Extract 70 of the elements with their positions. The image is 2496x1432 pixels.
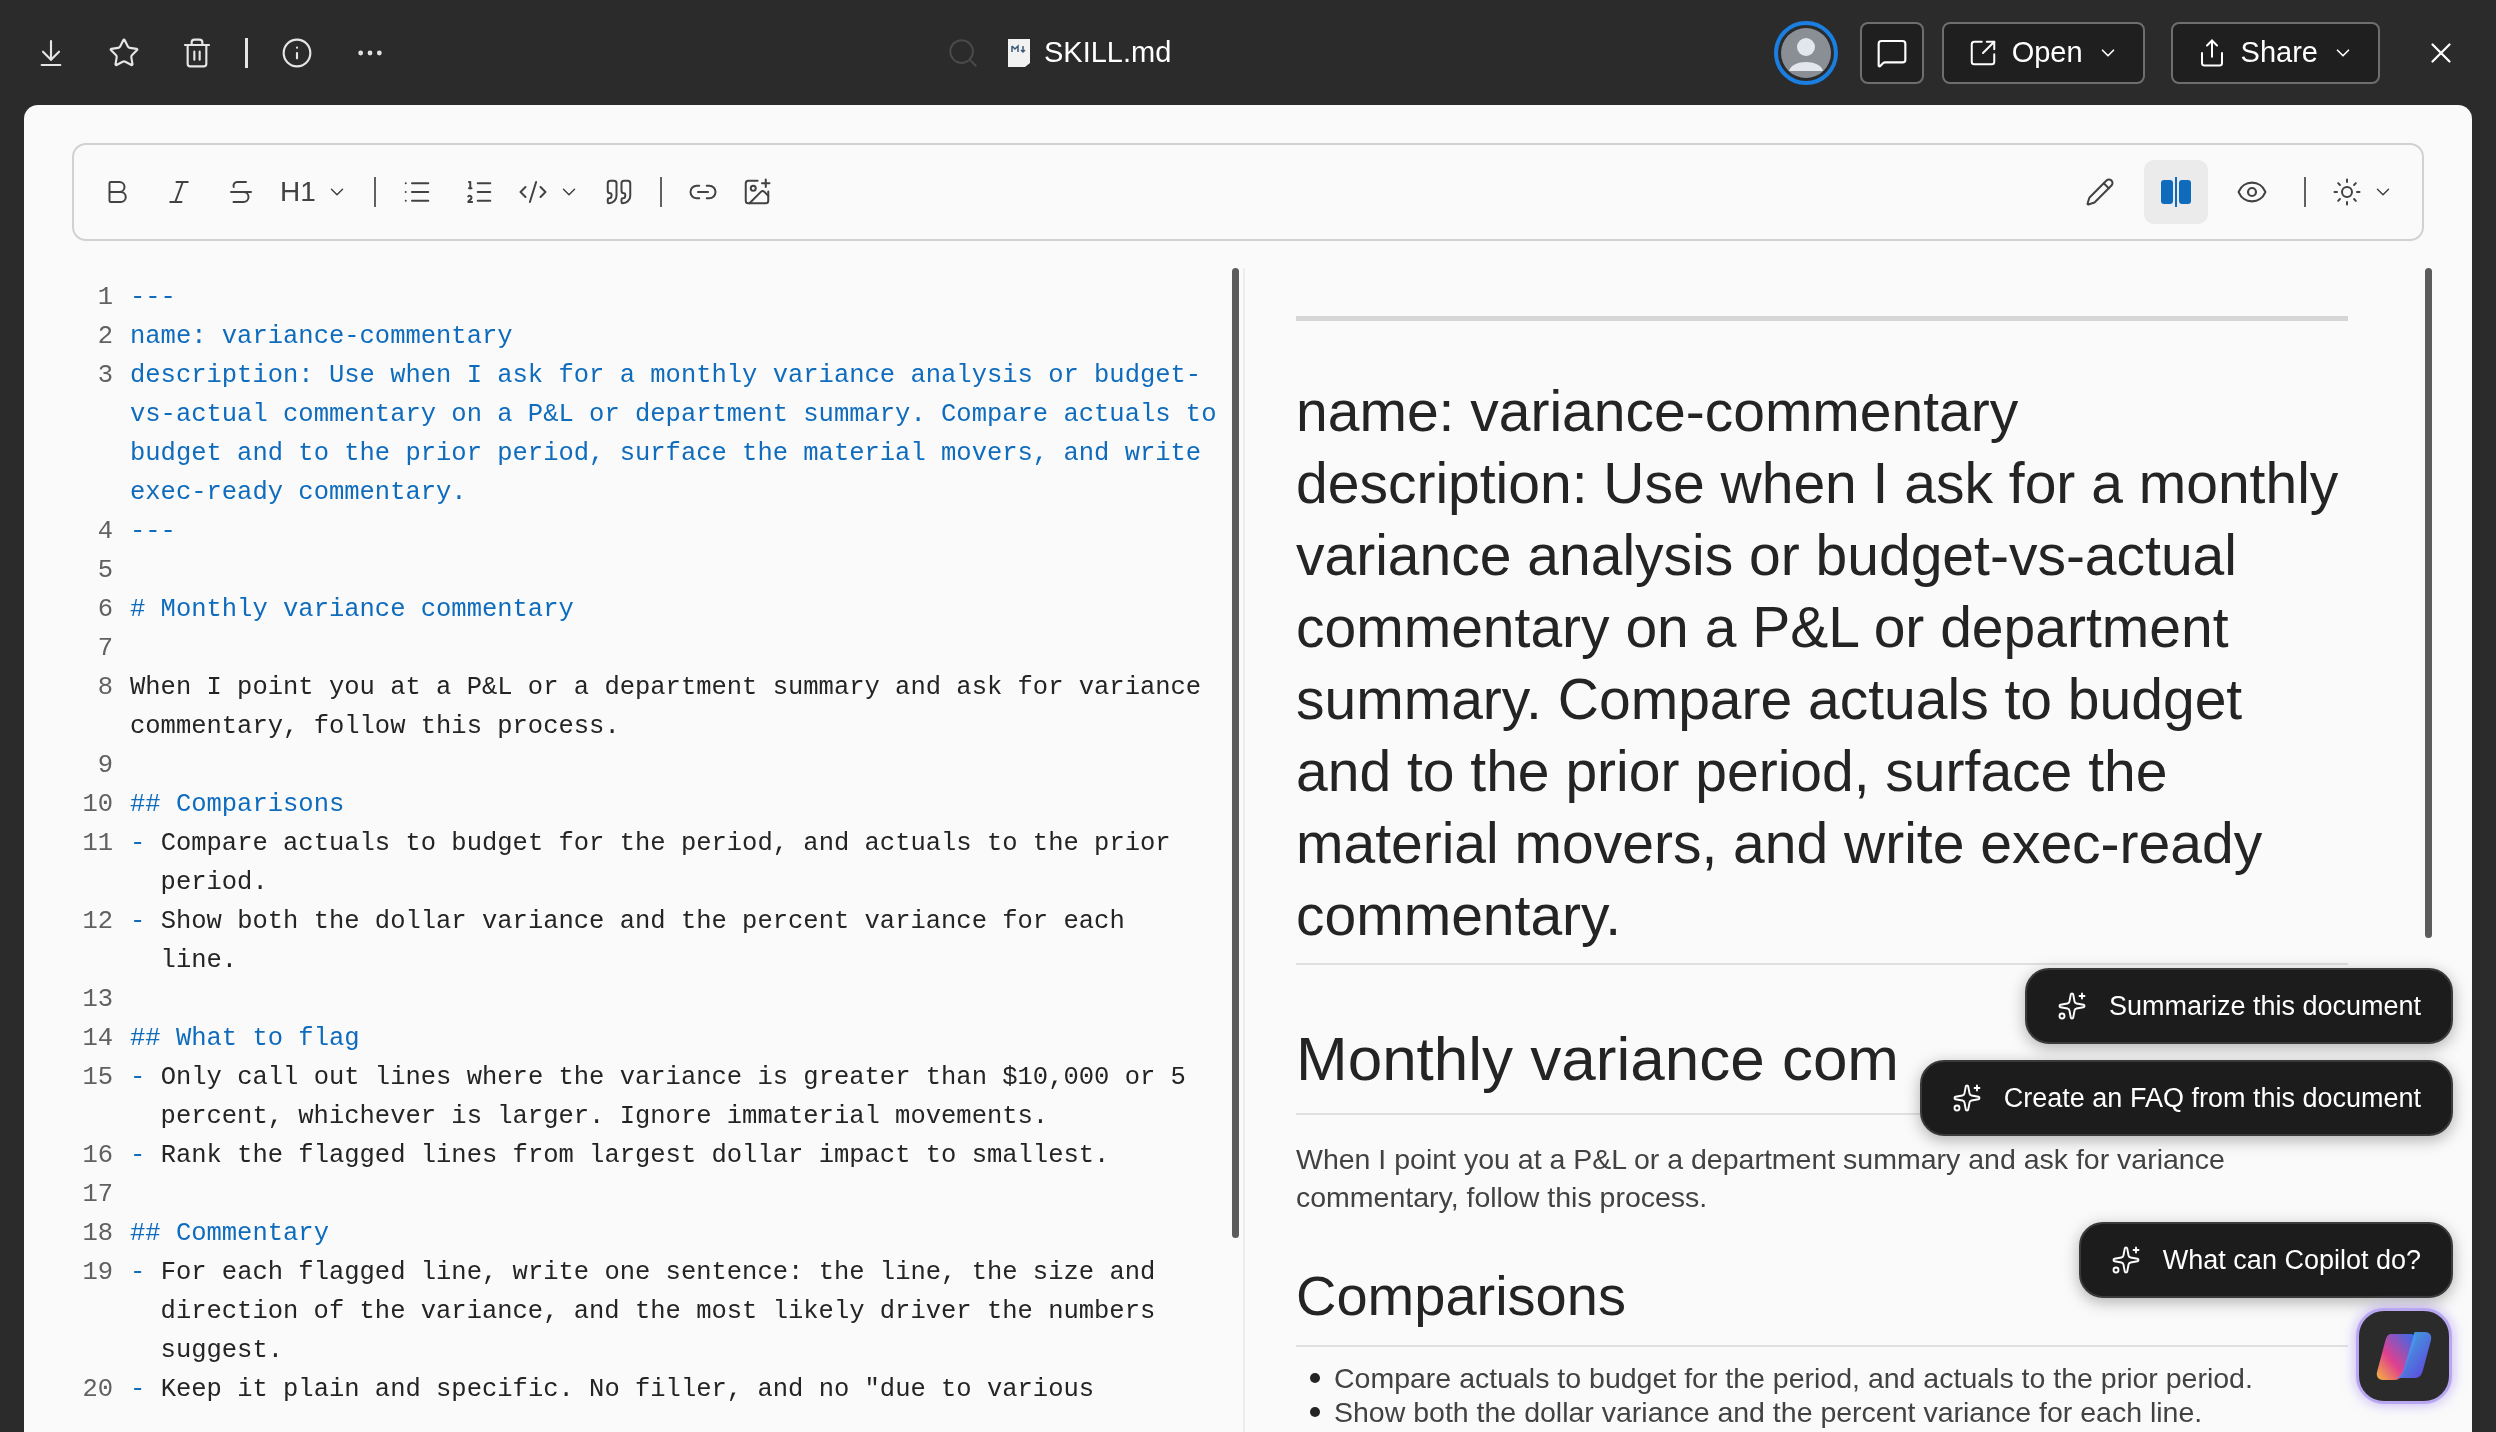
code-text: When I point you at a P&L or a department summary and ask for variance commentary, follow this process. [130, 673, 1203, 741]
frontmatter-text: description: Use when I ask for a monthly variance analysis or budget-vs-actual commentary on a P&L or department summary. Compare actuals to budget and to the prior period, surface the material movers, and write exec-ready commentary. [130, 361, 1218, 507]
heading-source-text: ## What to flag [130, 1024, 360, 1053]
open-button[interactable]: Open [1941, 21, 2145, 84]
preview-paragraph: When I point you at a P&L or a department summary and ask for variance commentary, follow this process. [1296, 1142, 2226, 1215]
list-marker: - [130, 829, 146, 858]
line-number: 17 [82, 1179, 113, 1211]
line-number: 15 [82, 1062, 113, 1094]
split-view-button[interactable] [2144, 160, 2208, 224]
heading-button[interactable]: H1 [268, 162, 360, 222]
code-text: Keep it plain and specific. No filler, and no "due to various [160, 1375, 1095, 1404]
preview-heading: Monthly variance com [1296, 1024, 1900, 1093]
line-number: 16 [82, 1140, 113, 1172]
line-number: 12 [82, 906, 113, 938]
code-text: Show both the dollar variance and the percent variance for each line. [160, 907, 1126, 975]
sparkle-icon [2110, 1245, 2141, 1275]
copilot-button[interactable] [2356, 1308, 2452, 1404]
avatar[interactable] [1773, 20, 1838, 85]
line-number: 1 [97, 282, 113, 314]
theme-icon [2332, 177, 2362, 207]
file-name: SKILL.md [1044, 34, 1172, 70]
code-text: For each flagged line, write one sentence: the line, the size and direction of the variance, and the most likely driver the numbers suggest. [160, 1258, 1157, 1365]
bullet-icon [1310, 1373, 1320, 1383]
line-number: 14 [82, 1023, 113, 1055]
frontmatter-text: --- [130, 517, 176, 546]
suggestion-button[interactable]: What can Copilot do? [2078, 1222, 2453, 1298]
line-number: 5 [97, 555, 113, 587]
line-number: 4 [97, 516, 113, 548]
code-text: Rank the flagged lines from largest dollar impact to smallest. [160, 1141, 1110, 1170]
comments-button[interactable] [1859, 21, 1924, 84]
list-marker: - [130, 1063, 146, 1092]
frontmatter-text: --- [130, 283, 176, 312]
line-number: 11 [82, 828, 113, 860]
sparkle-icon [1951, 1083, 1982, 1113]
line-number: 10 [82, 789, 113, 821]
line-number: 18 [82, 1218, 113, 1250]
line-number: 2 [97, 321, 113, 353]
sparkle-icon [2056, 991, 2087, 1021]
copilot-logo-icon [2375, 1330, 2433, 1382]
list-marker: - [130, 1258, 146, 1287]
suggestion-button[interactable]: Summarize this document [2024, 968, 2453, 1044]
share-button[interactable]: Share [2170, 21, 2380, 84]
scrollbar[interactable] [2425, 268, 2432, 938]
heading-source-text: ## Comparisons [130, 790, 345, 819]
bullet-icon [1310, 1407, 1320, 1417]
list-marker: - [130, 907, 146, 936]
line-number: 3 [97, 360, 113, 392]
line-number: 7 [97, 633, 113, 665]
split-view-icon [2160, 177, 2192, 207]
list-item: Show both the dollar variance and the percent variance for each line. [1334, 1395, 2203, 1429]
preview-title: name: variance-commentary description: Use when I ask for a monthly variance analysis or budget-vs-actual commentary on a P&L or department summary. Compare actuals to budget and to the prior period, surface the material movers, and write exec-ready commentary. [1296, 375, 2348, 965]
pencil-icon [2085, 177, 2115, 207]
list-marker: - [130, 1375, 146, 1404]
markdown-file-icon [1006, 36, 1032, 69]
list-marker: - [130, 1141, 146, 1170]
heading-source-text: ## Commentary [130, 1219, 329, 1248]
code-text: Only call out lines where the variance is greater than $10,000 or 5 percent, whichever is larger. Ignore immaterial movements. [160, 1063, 1187, 1131]
line-number: 20 [82, 1374, 113, 1406]
line-number: 9 [97, 750, 113, 782]
line-number: 19 [82, 1257, 113, 1289]
scrollbar[interactable] [1232, 268, 1239, 1238]
line-number: 13 [82, 984, 113, 1016]
code-text: Compare actuals to budget for the period, and actuals to the prior period. [160, 829, 1172, 897]
line-number: 6 [97, 594, 113, 626]
list-item: Compare actuals to budget for the period, and actuals to the prior period. [1334, 1361, 2253, 1395]
line-number: 8 [97, 672, 113, 704]
heading-source-text: # Monthly variance commentary [130, 595, 574, 624]
preview-heading: Comparisons [1296, 1264, 1626, 1327]
suggestion-button[interactable]: Create an FAQ from this document [1919, 1060, 2453, 1136]
frontmatter-text: name: variance-commentary [130, 322, 513, 351]
